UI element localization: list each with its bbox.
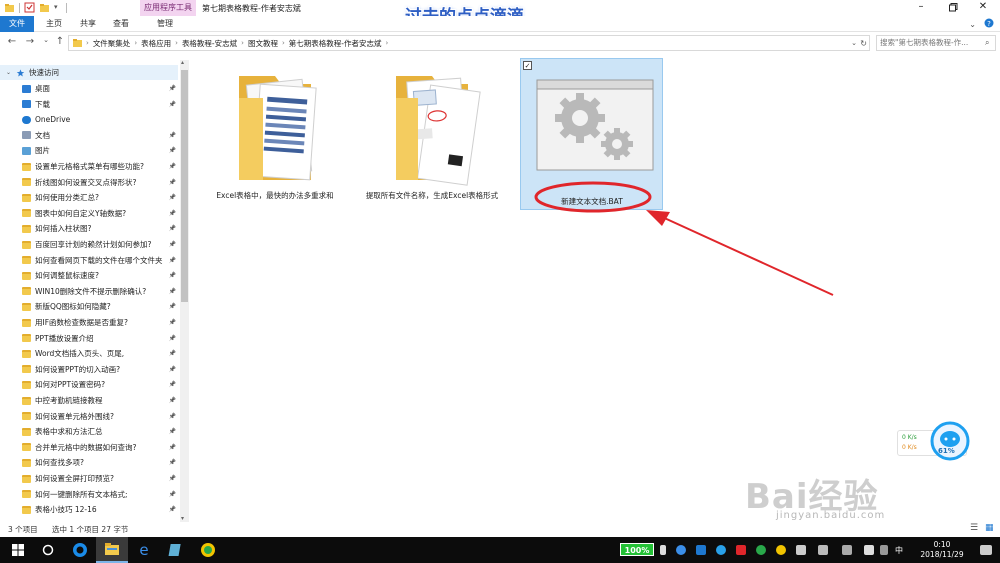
notification-center-icon[interactable] [980, 545, 992, 555]
tray-globe-icon[interactable] [676, 545, 686, 555]
taskbar: e 100% 中 0:10 2018/11/29 [0, 537, 1000, 563]
download-speed: 0 K/s [902, 444, 917, 451]
volume-icon[interactable] [864, 545, 874, 555]
windows-logo-icon [12, 544, 24, 556]
taskbar-app[interactable] [64, 537, 96, 563]
file-explorer-window: ▾ 应用程序工具 第七期表格教程-作者安志斌 过去的点点滴滴 – ✕ 文件 主页… [0, 0, 1000, 537]
taskbar-app[interactable] [192, 537, 224, 563]
tray-app-icon[interactable] [756, 545, 766, 555]
edge-icon: e [139, 542, 148, 558]
cortana-button[interactable] [32, 537, 64, 563]
status-bar: 3 个项目 选中 1 个项目 27 字节 ☰ ▦ [0, 522, 1000, 537]
start-button[interactable] [2, 537, 34, 563]
taskbar-file-explorer[interactable] [96, 537, 128, 563]
cortana-circle-icon [42, 544, 54, 556]
speed-ball-icon [930, 421, 970, 461]
browser-q-icon [73, 543, 87, 557]
taskbar-edge[interactable]: e [128, 537, 160, 563]
battery-indicator[interactable]: 100% [620, 543, 654, 556]
tray-shield-icon[interactable] [716, 545, 726, 555]
svg-text:e: e [139, 542, 148, 558]
memory-percent: 61% [938, 447, 955, 455]
taskbar-app[interactable] [160, 537, 192, 563]
tray-app-icon[interactable] [796, 545, 806, 555]
annotation-overlay [534, 181, 834, 296]
large-icons-view-icon[interactable]: ▦ [985, 523, 994, 533]
tray-app-icon[interactable] [776, 545, 786, 555]
watermark-url: jingyan.baidu.com [776, 510, 886, 521]
annotation-arrowhead [646, 210, 670, 226]
system-clock[interactable]: 0:10 2018/11/29 [912, 540, 972, 560]
network-icon[interactable] [842, 545, 852, 555]
upload-speed: 0 K/s [902, 434, 917, 441]
annotation-ellipse [534, 181, 652, 213]
bluetooth-icon[interactable] [696, 545, 706, 555]
annotation-arrow [659, 215, 834, 296]
item-count: 3 个项目 [8, 525, 38, 534]
book-icon [168, 544, 181, 556]
pen-icon[interactable] [880, 545, 888, 555]
file-explorer-icon [105, 543, 119, 555]
tray-app-icon[interactable] [736, 545, 746, 555]
accelerator-ball[interactable]: 61% [930, 421, 970, 461]
details-view-icon[interactable]: ☰ [970, 523, 978, 533]
plug-icon[interactable] [660, 545, 666, 555]
green-app-icon [201, 543, 215, 557]
wifi-icon[interactable] [818, 545, 828, 555]
clock-date: 2018/11/29 [920, 550, 964, 559]
selection-info: 选中 1 个项目 27 字节 [52, 525, 129, 534]
input-method-indicator[interactable]: 中 [895, 545, 903, 556]
clock-time: 0:10 [933, 540, 951, 549]
